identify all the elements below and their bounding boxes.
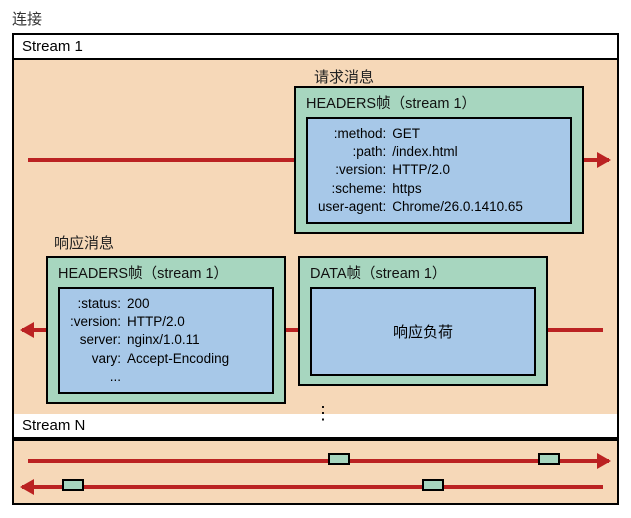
stream1-body: 请求消息 响应消息 HEADERS帧（stream 1） :method:GET…	[14, 60, 617, 414]
field-key: :scheme:	[318, 180, 392, 198]
connection-box: Stream 1 请求消息 响应消息 HEADERS帧（stream 1） :m…	[12, 33, 619, 505]
field-key: server:	[70, 331, 127, 349]
field-value: Chrome/26.0.1410.65	[392, 198, 523, 216]
field-value	[127, 368, 229, 386]
field-key: :path:	[318, 143, 392, 161]
mini-frame	[422, 479, 444, 491]
field-value: nginx/1.0.11	[127, 331, 229, 349]
frame-title: HEADERS帧（stream 1）	[306, 92, 572, 113]
frame-title: DATA帧（stream 1）	[310, 262, 536, 283]
streamN-body	[14, 439, 617, 503]
field-value: https	[392, 180, 523, 198]
streamN-header-text: Stream N	[22, 417, 85, 434]
stream1-header: Stream 1	[14, 35, 617, 60]
request-headers-frame: HEADERS帧（stream 1） :method:GET:path:/ind…	[294, 86, 584, 234]
request-label: 请求消息	[314, 66, 374, 87]
response-headers-frame: HEADERS帧（stream 1） :status:200:version:H…	[46, 256, 286, 404]
response-label: 响应消息	[54, 232, 114, 253]
data-payload: 响应负荷	[310, 287, 536, 376]
field-key: :method:	[318, 125, 392, 143]
mini-frame	[328, 453, 350, 465]
diagram-canvas: 连接 Stream 1 请求消息 响应消息 HEADERS帧（stream 1）…	[0, 0, 631, 518]
response-data-frame: DATA帧（stream 1） 响应负荷	[298, 256, 548, 386]
streamN-header: Stream N ⋮	[14, 414, 617, 439]
connection-label: 连接	[12, 8, 619, 29]
field-key: vary:	[70, 350, 127, 368]
field-key: :version:	[70, 313, 127, 331]
field-key: user-agent:	[318, 198, 392, 216]
field-value: GET	[392, 125, 523, 143]
mini-frame	[62, 479, 84, 491]
field-value: 200	[127, 295, 229, 313]
field-value: /index.html	[392, 143, 523, 161]
field-key: :version:	[318, 161, 392, 179]
field-key: :status:	[70, 295, 127, 313]
field-value: Accept-Encoding	[127, 350, 229, 368]
field-key: ...	[70, 368, 127, 386]
frame-body: :method:GET:path:/index.html:version:HTT…	[306, 117, 572, 224]
mini-frame	[538, 453, 560, 465]
field-value: HTTP/2.0	[392, 161, 523, 179]
field-value: HTTP/2.0	[127, 313, 229, 331]
frame-title: HEADERS帧（stream 1）	[58, 262, 274, 283]
vertical-dots-icon: ⋮	[314, 408, 332, 418]
frame-body: :status:200:version:HTTP/2.0server:nginx…	[58, 287, 274, 394]
